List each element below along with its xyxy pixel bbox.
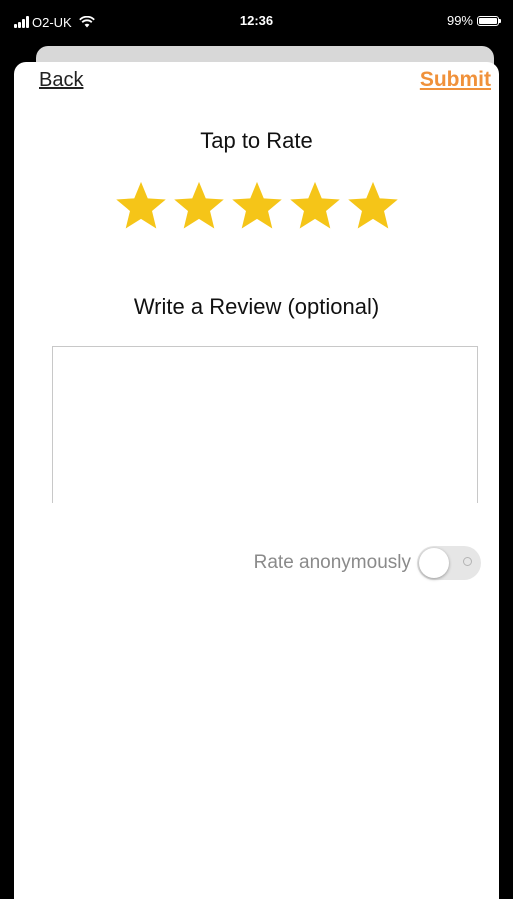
star-2-icon[interactable] (172, 180, 226, 232)
battery-percent: 99% (446, 13, 473, 28)
rating-title: Tap to Rate (200, 128, 313, 153)
anonymous-toggle[interactable] (417, 546, 481, 580)
anonymous-row: Rate anonymously (254, 546, 481, 580)
star-rating[interactable] (14, 180, 499, 232)
star-5-icon[interactable] (346, 180, 400, 232)
rate-review-sheet: Back Submit Tap to Rate Write a Review (… (14, 62, 499, 899)
status-bar: O2-UK 12:36 99% (0, 0, 513, 44)
back-button[interactable]: Back (39, 69, 83, 92)
toggle-off-icon (463, 557, 472, 566)
star-4-icon[interactable] (288, 180, 342, 232)
clock: 12:36 (239, 13, 274, 28)
review-title: Write a Review (optional) (133, 294, 380, 319)
star-1-icon[interactable] (114, 180, 168, 232)
toggle-knob (419, 548, 449, 578)
submit-button[interactable]: Submit (420, 68, 491, 92)
battery-icon (477, 15, 501, 26)
battery-level (479, 17, 497, 24)
review-input[interactable] (52, 346, 478, 503)
battery-group: 99% (446, 13, 501, 28)
star-3-icon[interactable] (230, 180, 284, 232)
anonymous-label: Rate anonymously (253, 552, 411, 573)
